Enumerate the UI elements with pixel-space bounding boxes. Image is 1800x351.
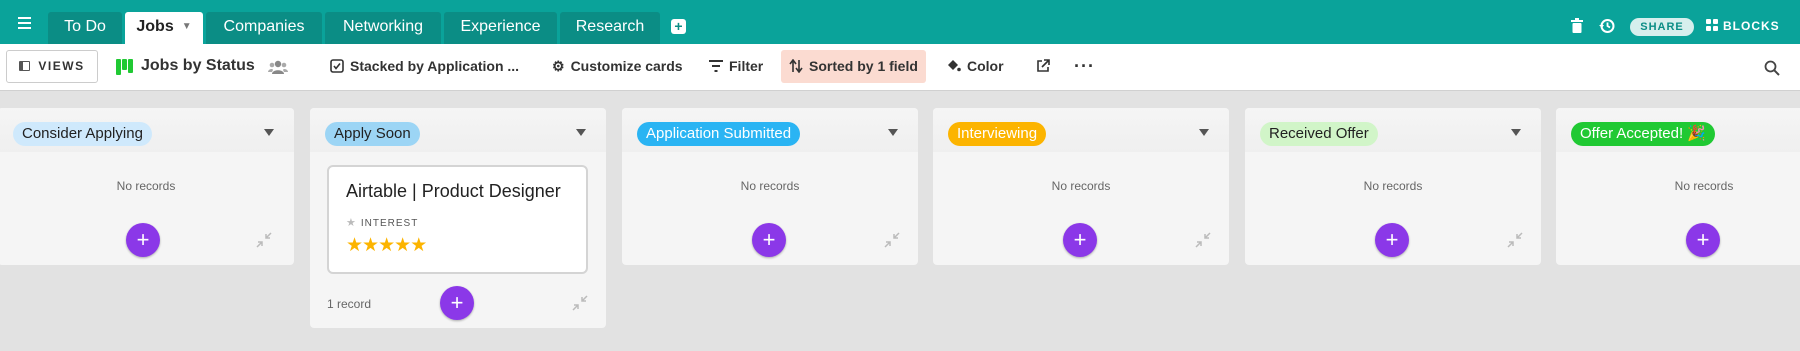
- chevron-down-icon[interactable]: ▼: [182, 21, 192, 32]
- status-pill: Received Offer: [1260, 122, 1378, 146]
- field-label: INTEREST: [360, 218, 419, 229]
- record-card[interactable]: Airtable | Product Designer ★ INTEREST ★★…: [327, 165, 588, 274]
- star-icon: ★: [362, 235, 379, 256]
- trash-icon[interactable]: [1571, 18, 1583, 33]
- tab-to-do[interactable]: To Do: [48, 12, 122, 44]
- empty-state-text: No records: [740, 179, 800, 193]
- stack-offer-accepted: Offer Accepted! 🎉 No records +: [1556, 108, 1800, 265]
- empty-state-text: No records: [116, 179, 176, 193]
- sort-label: Sorted by 1 field: [809, 58, 918, 74]
- add-record-button[interactable]: +: [1686, 223, 1720, 257]
- more-options-icon[interactable]: ···: [1066, 50, 1103, 83]
- sort-button[interactable]: Sorted by 1 field: [781, 50, 926, 83]
- people-icon[interactable]: [268, 59, 288, 75]
- view-name[interactable]: Jobs by Status: [141, 57, 255, 75]
- status-pill: Consider Applying: [13, 122, 152, 146]
- menu-icon[interactable]: [16, 14, 34, 30]
- stacked-by-label: Stacked by Application ...: [350, 58, 520, 74]
- status-pill: Application Submitted: [637, 122, 801, 146]
- collapse-icon[interactable]: [1195, 232, 1211, 248]
- tab-label: Networking: [342, 18, 424, 35]
- filter-button[interactable]: Filter: [701, 50, 771, 83]
- star-icon: ★: [410, 235, 427, 256]
- add-record-button[interactable]: +: [126, 223, 160, 257]
- record-count: 1 record: [327, 297, 372, 311]
- sort-icon: [789, 59, 803, 73]
- chevron-down-icon[interactable]: [888, 129, 898, 136]
- chevron-down-icon[interactable]: [264, 129, 274, 136]
- add-record-button[interactable]: +: [752, 223, 786, 257]
- card-title: Airtable | Product Designer: [346, 181, 561, 201]
- tab-label: Jobs: [136, 18, 174, 35]
- add-record-button[interactable]: +: [440, 286, 474, 320]
- search-icon[interactable]: [1764, 60, 1780, 76]
- tab-research[interactable]: Research: [560, 12, 660, 44]
- color-label: Color: [967, 58, 1004, 74]
- gear-icon: ⚙: [552, 58, 565, 74]
- tab-companies[interactable]: Companies: [206, 12, 322, 44]
- filter-label: Filter: [729, 58, 764, 74]
- stack-application-submitted: Application Submitted No records +: [622, 108, 918, 265]
- stacked-by-button[interactable]: Stacked by Application ...: [322, 50, 527, 83]
- view-toolbar: VIEWS Jobs by Status Stacked by Applicat…: [0, 44, 1800, 91]
- history-icon[interactable]: [1599, 18, 1615, 34]
- star-icon: ★: [378, 235, 395, 256]
- star-icon: ★: [346, 217, 357, 229]
- collapse-icon[interactable]: [256, 232, 272, 248]
- stack-apply-soon: Apply Soon Airtable | Product Designer ★…: [310, 108, 606, 328]
- customize-cards-button[interactable]: ⚙ Customize cards: [544, 50, 691, 83]
- empty-state-text: No records: [1051, 179, 1111, 193]
- star-icon: ★: [346, 235, 363, 256]
- tab-jobs[interactable]: Jobs ▼: [125, 12, 203, 44]
- stack-received-offer: Received Offer No records +: [1245, 108, 1541, 265]
- chevron-down-icon[interactable]: [1199, 129, 1209, 136]
- chevron-down-icon[interactable]: [576, 129, 586, 136]
- tab-label: Research: [575, 18, 645, 35]
- blocks-label: BLOCKS: [1723, 19, 1780, 33]
- paint-bucket-icon: [948, 60, 961, 72]
- add-record-button[interactable]: +: [1375, 223, 1409, 257]
- views-button[interactable]: VIEWS: [6, 50, 98, 83]
- kanban-view-icon: [116, 59, 134, 75]
- checkbox-icon: [330, 59, 344, 73]
- add-tab-icon[interactable]: +: [671, 19, 686, 34]
- status-pill: Interviewing: [948, 122, 1047, 146]
- views-label: VIEWS: [38, 59, 85, 73]
- color-button[interactable]: Color: [938, 50, 1012, 83]
- tab-label: Companies: [223, 18, 305, 35]
- star-icon: ★: [394, 235, 411, 256]
- sidebar-icon: [19, 61, 31, 71]
- rating-stars: ★★★★★: [346, 234, 427, 257]
- status-pill: Offer Accepted! 🎉: [1571, 122, 1715, 146]
- tab-networking[interactable]: Networking: [325, 12, 441, 44]
- card-field-label: ★ INTEREST: [346, 216, 418, 229]
- top-bar: To Do Jobs ▼ Companies Networking Experie…: [0, 0, 1800, 44]
- tab-experience[interactable]: Experience: [444, 12, 557, 44]
- customize-cards-label: Customize cards: [570, 58, 683, 74]
- grid-icon: [1706, 19, 1718, 31]
- share-button[interactable]: SHARE: [1630, 18, 1694, 36]
- collapse-icon[interactable]: [1507, 232, 1523, 248]
- status-pill: Apply Soon: [325, 122, 420, 146]
- share-view-button[interactable]: [1028, 50, 1058, 83]
- external-link-icon: [1037, 59, 1050, 72]
- tab-label: Experience: [460, 18, 541, 35]
- stack-consider-applying: Consider Applying No records +: [0, 108, 294, 265]
- chevron-down-icon[interactable]: [1511, 129, 1521, 136]
- add-record-button[interactable]: +: [1063, 223, 1097, 257]
- blocks-button[interactable]: BLOCKS: [1706, 19, 1780, 33]
- collapse-icon[interactable]: [572, 295, 588, 311]
- collapse-icon[interactable]: [884, 232, 900, 248]
- empty-state-text: No records: [1674, 179, 1734, 193]
- filter-icon: [709, 60, 723, 72]
- empty-state-text: No records: [1363, 179, 1423, 193]
- tab-label: To Do: [64, 18, 106, 35]
- stack-interviewing: Interviewing No records +: [933, 108, 1229, 265]
